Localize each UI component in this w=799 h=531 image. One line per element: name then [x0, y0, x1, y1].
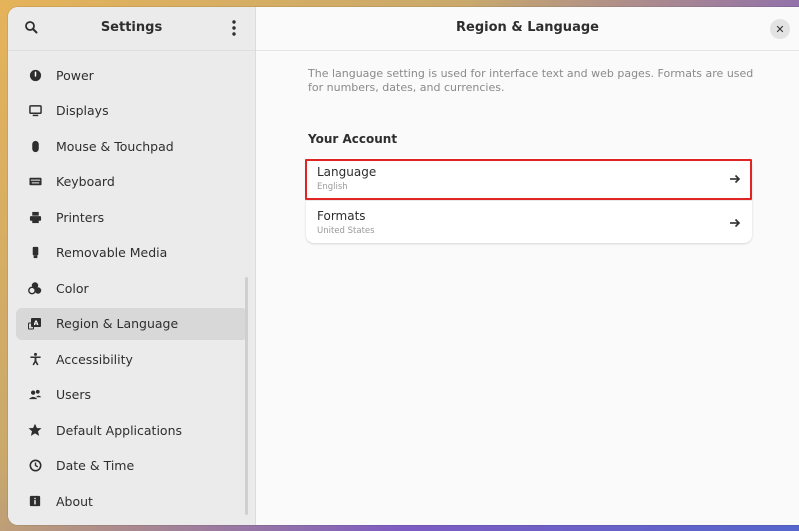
menu-icon[interactable] — [228, 18, 240, 38]
sidebar-scrollbar[interactable] — [245, 277, 248, 515]
sidebar-title: Settings — [100, 20, 163, 35]
main-panel: Region & Language ✕ The language setting… — [256, 7, 799, 525]
language-row-title: Language — [317, 165, 377, 179]
sidebar-item-date-time[interactable]: Date & Time — [16, 450, 248, 482]
language-row[interactable]: Language English — [306, 157, 752, 200]
sidebar-item-label: Date & Time — [56, 458, 135, 473]
formats-row[interactable]: Formats United States — [306, 200, 752, 244]
sidebar-item-mouse[interactable]: Mouse & Touchpad — [16, 130, 248, 162]
sidebar-item-label: Displays — [56, 103, 109, 118]
printer-icon — [28, 210, 42, 224]
users-icon — [28, 388, 42, 402]
formats-row-title: Formats — [317, 209, 366, 223]
clock-icon — [28, 459, 42, 473]
sidebar-item-label: Default Applications — [56, 422, 183, 438]
sidebar-header: Settings — [8, 7, 255, 51]
region-description: The language setting is used for interfa… — [308, 67, 754, 94]
formats-row-value: United States — [317, 226, 375, 236]
sidebar-item-label: Power — [56, 67, 94, 83]
sidebar-item-label: Keyboard — [56, 174, 115, 189]
sidebar-item-removable-media[interactable]: Removable Media — [16, 237, 248, 269]
sidebar-item-power[interactable]: Power — [16, 59, 248, 91]
sidebar-item-label: Users — [56, 387, 92, 402]
sidebar-item-keyboard[interactable]: Keyboard — [16, 166, 248, 198]
region-language-icon: A — [28, 317, 42, 331]
sidebar-item-region-language[interactable]: A Region & Language — [16, 307, 248, 340]
sidebar-list: Power Displays Mouse & Touchpad Keyboard… — [16, 59, 255, 521]
mouse-icon — [28, 139, 42, 153]
star-icon — [28, 423, 42, 437]
sidebar-item-displays[interactable]: Displays — [16, 95, 248, 127]
sidebar-item-default-applications[interactable]: Default Applications — [16, 414, 248, 446]
sidebar-item-label: Color — [56, 280, 89, 296]
accessibility-icon — [28, 352, 42, 366]
color-icon — [28, 281, 42, 295]
sidebar-item-printers[interactable]: Printers — [16, 201, 248, 233]
section-title: Your Account — [308, 132, 398, 146]
sidebar-item-label: Printers — [56, 209, 105, 225]
account-settings-card: Language English Formats United States — [306, 157, 752, 243]
main-header: Region & Language ✕ — [256, 7, 799, 51]
close-button[interactable]: ✕ — [770, 19, 790, 39]
sidebar: Settings Power Displays Mouse & Touchpad… — [8, 7, 256, 525]
page-title: Region & Language — [456, 20, 599, 35]
sidebar-item-color[interactable]: Color — [16, 272, 248, 304]
sidebar-item-accessibility[interactable]: Accessibility — [16, 343, 248, 375]
usb-icon — [28, 246, 42, 260]
arrow-right-icon — [728, 171, 742, 185]
keyboard-icon — [28, 175, 42, 189]
sidebar-item-label: Accessibility — [56, 351, 133, 367]
info-icon — [28, 494, 42, 508]
sidebar-item-label: Mouse & Touchpad — [56, 138, 174, 154]
arrow-right-icon — [728, 215, 742, 229]
sidebar-item-label: Region & Language — [56, 316, 179, 331]
sidebar-item-users[interactable]: Users — [16, 379, 248, 411]
settings-window: Settings Power Displays Mouse & Touchpad… — [8, 7, 799, 525]
power-icon — [28, 68, 42, 82]
display-icon — [28, 104, 42, 118]
svg-text:A: A — [33, 319, 38, 327]
sidebar-item-about[interactable]: About — [16, 485, 248, 517]
sidebar-item-label: Removable Media — [56, 245, 168, 260]
language-row-value: English — [317, 182, 348, 192]
sidebar-item-label: About — [56, 493, 93, 509]
close-icon: ✕ — [775, 22, 785, 36]
